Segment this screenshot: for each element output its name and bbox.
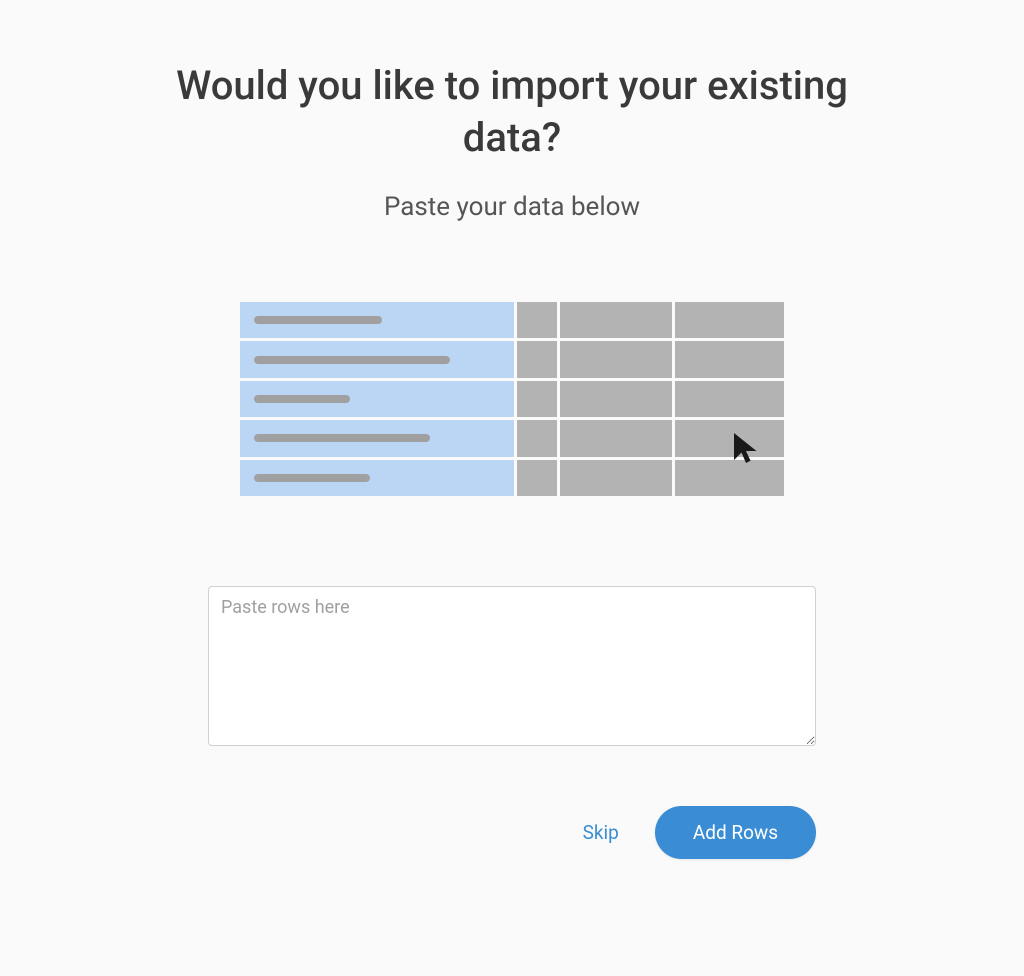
- data-cell: [517, 341, 557, 377]
- cursor-icon: [728, 430, 764, 466]
- page-subtitle: Paste your data below: [384, 192, 640, 222]
- table-row: [240, 381, 784, 417]
- spreadsheet-illustration: [240, 302, 784, 496]
- data-cell: [517, 302, 557, 338]
- paste-input[interactable]: [208, 586, 816, 746]
- page-title: Would you like to import your existing d…: [162, 60, 862, 164]
- placeholder-bar: [254, 316, 382, 324]
- data-cell: [517, 460, 557, 496]
- data-cell: [675, 341, 784, 377]
- table-row: [240, 420, 784, 456]
- name-cell: [240, 381, 514, 417]
- placeholder-bar: [254, 434, 430, 442]
- placeholder-bar: [254, 474, 370, 482]
- table-row: [240, 341, 784, 377]
- placeholder-bar: [254, 395, 350, 403]
- name-cell: [240, 302, 514, 338]
- name-cell: [240, 420, 514, 456]
- data-cell: [560, 341, 672, 377]
- add-rows-button[interactable]: Add Rows: [655, 806, 816, 859]
- data-cell: [560, 381, 672, 417]
- table-row: [240, 302, 784, 338]
- data-cell: [517, 381, 557, 417]
- name-cell: [240, 341, 514, 377]
- data-cell: [675, 302, 784, 338]
- data-cell: [560, 460, 672, 496]
- table-row: [240, 460, 784, 496]
- name-cell: [240, 460, 514, 496]
- data-cell: [560, 420, 672, 456]
- placeholder-bar: [254, 356, 450, 364]
- button-row: Skip Add Rows: [208, 806, 816, 859]
- skip-button[interactable]: Skip: [583, 821, 619, 844]
- data-cell: [560, 302, 672, 338]
- data-cell: [675, 381, 784, 417]
- data-cell: [517, 420, 557, 456]
- import-dialog: Would you like to import your existing d…: [162, 60, 862, 859]
